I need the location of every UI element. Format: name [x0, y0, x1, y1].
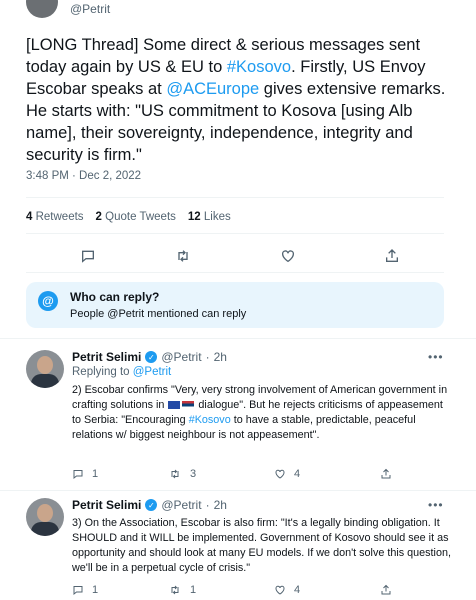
- reply-icon[interactable]: [78, 246, 98, 266]
- reply-actions: 1 3 4: [72, 468, 452, 484]
- retweet-icon[interactable]: [173, 246, 193, 266]
- likes-stat[interactable]: 12 Likes: [188, 211, 231, 223]
- retweet-icon: [171, 469, 179, 479]
- author-handle[interactable]: @Petrit: [70, 2, 110, 16]
- reply-count: 1: [92, 468, 99, 480]
- reply-icon: [73, 470, 83, 480]
- reply-tweet[interactable]: Petrit Selimi ✓ @Petrit · 2h ••• Replyin…: [0, 350, 476, 490]
- reply-actions: 1 1 4: [72, 584, 452, 600]
- reply-count: 1: [92, 584, 99, 596]
- author-name[interactable]: Petrit Selimi: [72, 350, 141, 364]
- tweet-actions: [26, 246, 444, 266]
- more-icon[interactable]: •••: [428, 350, 444, 364]
- quotes-count: 2: [95, 211, 102, 223]
- tweet-timestamp[interactable]: 3:48 PM · Dec 2, 2022: [26, 170, 141, 182]
- reply-header: Petrit Selimi ✓ @Petrit · 2h: [72, 498, 227, 512]
- divider: [26, 197, 444, 198]
- retweets-count: 4: [26, 211, 33, 223]
- author-avatar[interactable]: [26, 0, 58, 18]
- who-can-reply-box: @ Who can reply? People @Petrit mentione…: [26, 282, 444, 328]
- heart-icon[interactable]: [278, 246, 298, 266]
- reply-text: 3) On the Association, Escobar is also f…: [72, 517, 451, 574]
- replying-to: Replying to @Petrit: [72, 366, 171, 378]
- avatar[interactable]: [26, 498, 64, 536]
- retweet-action[interactable]: 1: [168, 584, 196, 596]
- divider: [26, 272, 444, 273]
- reply-tweet[interactable]: Petrit Selimi ✓ @Petrit · 2h ••• 3) On t…: [0, 498, 476, 600]
- quotes-stat[interactable]: 2 Quote Tweets: [96, 211, 176, 223]
- share-icon[interactable]: [382, 246, 402, 266]
- like-count: 4: [294, 584, 301, 596]
- serbia-flag-icon: [182, 401, 195, 410]
- hashtag-link[interactable]: #Kosovo: [227, 58, 291, 76]
- retweet-action[interactable]: 3: [168, 468, 196, 480]
- author-name[interactable]: Petrit Selimi: [72, 498, 141, 512]
- quotes-label: Quote Tweets: [105, 211, 176, 223]
- reply-header: Petrit Selimi ✓ @Petrit · 2h: [72, 350, 227, 364]
- share-action[interactable]: [380, 468, 392, 480]
- share-icon: [381, 584, 391, 595]
- tweet-author-header: @Petrit: [0, 0, 476, 22]
- retweets-stat[interactable]: 4 Retweets: [26, 211, 84, 223]
- main-tweet-text: [LONG Thread] Some direct & serious mess…: [26, 34, 446, 166]
- reply-text: 2) Escobar confirms "Very, very strong i…: [72, 383, 452, 443]
- retweet-count: 3: [190, 468, 197, 480]
- replying-label: Replying to: [72, 366, 133, 378]
- retweets-label: Retweets: [35, 211, 84, 223]
- hashtag-link[interactable]: #Kosovo: [189, 414, 231, 426]
- likes-label: Likes: [203, 211, 231, 223]
- reply-action[interactable]: 1: [72, 584, 98, 596]
- separator: ·: [205, 498, 210, 512]
- reply-time[interactable]: 2h: [214, 498, 227, 512]
- mention-link[interactable]: @ACEurope: [166, 80, 259, 98]
- reply-action[interactable]: 1: [72, 468, 98, 480]
- reply-icon: [73, 586, 83, 596]
- who-can-reply-subtitle: People @Petrit mentioned can reply: [70, 308, 247, 320]
- separator: ·: [205, 350, 210, 364]
- verified-badge-icon: ✓: [145, 499, 158, 511]
- heart-icon: [275, 585, 285, 595]
- at-sign-icon: @: [38, 291, 58, 311]
- author-handle[interactable]: @Petrit: [161, 350, 201, 364]
- share-action[interactable]: [380, 584, 392, 596]
- likes-count: 12: [187, 211, 201, 223]
- reply-time[interactable]: 2h: [214, 350, 227, 364]
- like-action[interactable]: 4: [274, 468, 300, 480]
- like-action[interactable]: 4: [274, 584, 300, 596]
- more-icon[interactable]: •••: [428, 498, 444, 512]
- replying-to-mention[interactable]: @Petrit: [133, 366, 172, 378]
- divider: [0, 490, 476, 491]
- divider: [26, 233, 444, 234]
- retweet-icon: [171, 585, 179, 595]
- heart-icon: [275, 469, 285, 479]
- tweet-stats: 4 Retweets 2 Quote Tweets 12 Likes: [26, 211, 231, 223]
- retweet-count: 1: [190, 584, 197, 596]
- author-handle[interactable]: @Petrit: [161, 498, 201, 512]
- who-can-reply-title: Who can reply?: [70, 290, 160, 304]
- share-icon: [381, 468, 391, 479]
- kosovo-flag-icon: [168, 401, 181, 410]
- avatar[interactable]: [26, 350, 64, 388]
- like-count: 4: [294, 468, 301, 480]
- divider: [0, 338, 476, 339]
- verified-badge-icon: ✓: [145, 351, 158, 363]
